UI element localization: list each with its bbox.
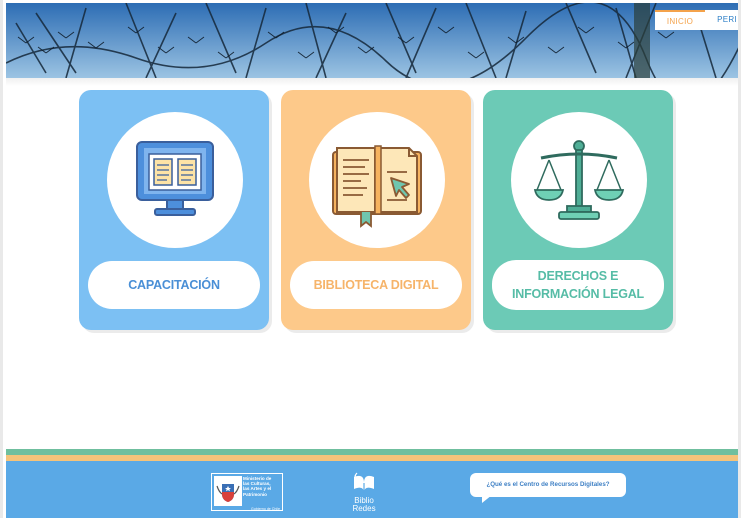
nav-periodicos[interactable]: PERI — [705, 10, 738, 30]
nav-inicio[interactable]: INICIO — [654, 10, 706, 30]
top-navigation: INICIO PERI — [654, 10, 738, 30]
card-icon-circle — [309, 112, 445, 248]
ministry-line: Patrimonio — [243, 491, 267, 497]
biblioredes-line-2: Redes — [352, 504, 376, 513]
digital-book-cursor-icon — [332, 145, 422, 228]
card-title-line-2: INFORMACIÓN LEGAL — [511, 287, 644, 301]
page: INICIO PERI CAPACITACIÓN BIBLIOTECA DIGI… — [0, 0, 741, 518]
government-label: Gobierno de Chile — [251, 507, 280, 511]
footer: Ministerio de las Culturas, las Artes y … — [6, 461, 738, 518]
ministry-logo[interactable]: Ministerio de las Culturas, las Artes y … — [211, 473, 283, 511]
card-title-pill: CAPACITACIÓN — [88, 261, 260, 309]
pine-banner-image — [6, 3, 738, 78]
card-title-derechos: DERECHOS E INFORMACIÓN LEGAL — [512, 267, 644, 303]
chile-crest-icon — [214, 476, 242, 506]
card-biblioteca-digital[interactable]: BIBLIOTECA DIGITAL — [281, 90, 471, 330]
banner-shadow — [6, 78, 738, 86]
scales-icon — [533, 140, 625, 220]
header-banner: INICIO PERI — [6, 3, 738, 78]
card-title-pill: BIBLIOTECA DIGITAL — [290, 261, 462, 309]
card-title-line-1: DERECHOS E — [537, 269, 619, 283]
card-title-capacitacion: CAPACITACIÓN — [128, 278, 220, 292]
card-capacitacion[interactable]: CAPACITACIÓN — [79, 90, 269, 330]
card-title-pill: DERECHOS E INFORMACIÓN LEGAL — [492, 260, 664, 310]
help-question-button[interactable]: ¿Qué es el Centro de Recursos Digitales? — [470, 473, 626, 497]
speech-bubble-tail — [482, 495, 496, 503]
biblioredes-logo[interactable]: Biblio Redes — [346, 471, 382, 515]
card-icon-circle — [107, 112, 243, 248]
ministry-name: Ministerio de las Culturas, las Artes y … — [243, 476, 281, 497]
card-title-biblioteca-digital: BIBLIOTECA DIGITAL — [313, 278, 439, 292]
card-icon-circle — [511, 112, 647, 248]
biblioredes-book-icon — [354, 472, 374, 493]
card-derechos-informacion-legal[interactable]: DERECHOS E INFORMACIÓN LEGAL — [483, 90, 673, 330]
computer-book-icon — [136, 141, 214, 216]
